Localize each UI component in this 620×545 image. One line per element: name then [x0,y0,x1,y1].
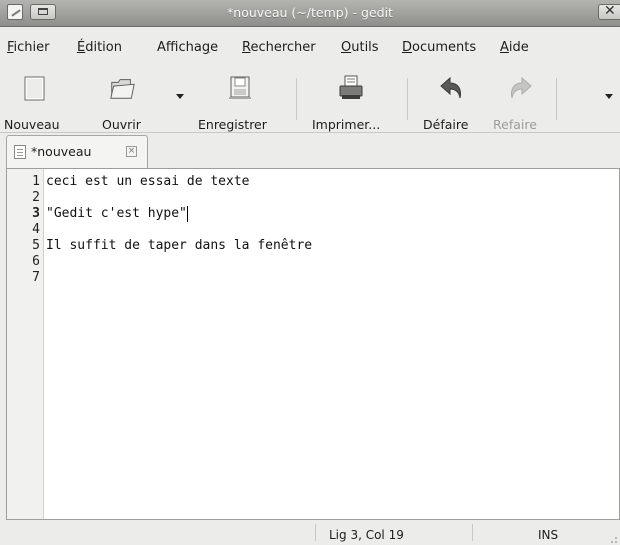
toolbar-overflow-arrow[interactable] [605,94,613,99]
line-number: 4 [32,222,40,237]
document-icon [14,145,26,159]
window-title: *nouveau (~/temp) - gedit [227,5,393,20]
text-editor[interactable]: 1 2 3 4 5 6 7 ceci est un essai de texte… [6,168,620,520]
tab-document[interactable]: *nouveau × [6,135,148,168]
line-number: 1 [32,174,40,189]
line-number-gutter: 1 2 3 4 5 6 7 [7,169,44,519]
toolbar-separator [296,78,297,120]
menu-outils[interactable]: Outils [341,40,379,55]
save-button[interactable]: Enregistrer [197,74,287,132]
tab-strip: *nouveau × [0,132,620,168]
title-bar[interactable]: *nouveau (~/temp) - gedit ✕ [0,0,620,27]
print-button[interactable]: Imprimer... [308,74,396,132]
save-icon [229,76,251,99]
line-number: 6 [32,254,40,269]
cursor-position: Lig 3, Col 19 [329,528,404,542]
code-line-text: "Gedit c'est hype" [46,206,187,221]
toolbar: Nouveau Ouvrir Enregistrer Imprimer... D… [0,60,620,133]
menu-fichier[interactable]: Fichier [7,40,50,55]
line-number: 2 [32,190,40,205]
menu-documents[interactable]: Documents [402,40,476,55]
close-window-button[interactable]: ✕ [598,3,620,20]
printer-icon [339,75,363,99]
tab-close-icon[interactable]: × [126,146,137,157]
toolbar-separator [556,78,557,120]
status-separator [472,524,473,541]
line-number: 3 [32,206,40,221]
menu-edition[interactable]: Édition [77,40,122,55]
menu-rechercher[interactable]: Rechercher [242,40,316,55]
new-button[interactable]: Nouveau [4,74,86,132]
status-bar: Lig 3, Col 19 INS [0,520,620,545]
undo-icon [440,76,461,99]
menu-aide[interactable]: Aide [500,40,529,55]
line-number: 7 [32,270,40,285]
status-separator [315,524,316,541]
insert-mode: INS [538,528,559,542]
line-number: 5 [32,238,40,253]
redo-button[interactable]: Refaire [493,74,545,132]
code-line[interactable]: Il suffit de taper dans la fenêtre [46,238,312,254]
open-button[interactable]: Ouvrir [102,74,162,132]
menu-bar: Fichier Édition Affichage Rechercher Out… [0,27,620,59]
open-recent-dropdown[interactable] [176,94,184,99]
code-line[interactable]: ceci est un essai de texte [46,174,250,190]
resize-grip-icon[interactable] [604,530,618,544]
new-document-icon [24,76,45,101]
toolbar-separator [407,78,408,120]
text-cursor [186,206,188,222]
menu-affichage[interactable]: Affichage [157,40,218,55]
redo-icon [511,76,532,99]
close-icon: ✕ [604,3,616,19]
code-line[interactable]: "Gedit c'est hype" [46,206,188,222]
undo-button[interactable]: Défaire [423,74,479,132]
folder-icon [110,79,135,99]
